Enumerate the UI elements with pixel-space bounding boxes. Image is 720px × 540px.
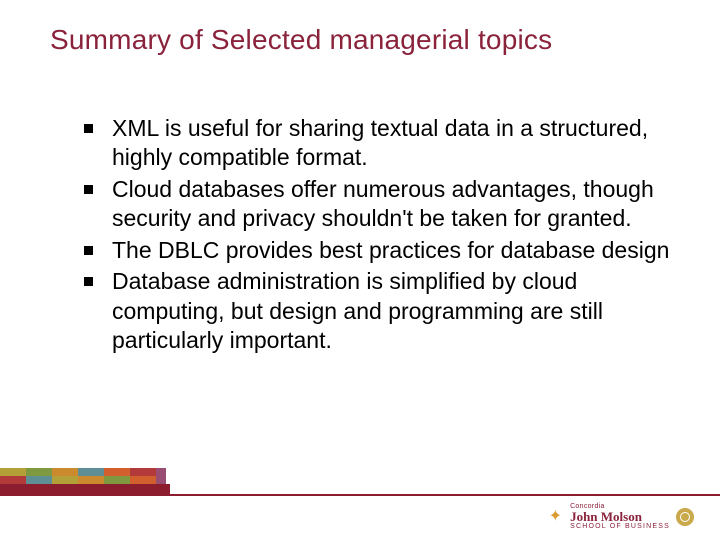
bullet-list: XML is useful for sharing textual data i… (80, 114, 670, 356)
slide-title: Summary of Selected managerial topics (50, 24, 670, 56)
bullet-item: XML is useful for sharing textual data i… (80, 114, 670, 173)
logo-school: SCHOOL OF BUSINESS (570, 523, 670, 530)
content-area: XML is useful for sharing textual data i… (50, 114, 670, 356)
bullet-item: Database administration is simplified by… (80, 267, 670, 355)
flame-icon: ✦ (549, 509, 562, 525)
logo: ✦ Concordia John Molson SCHOOL OF BUSINE… (549, 503, 694, 530)
bullet-item: Cloud databases offer numerous advantage… (80, 175, 670, 234)
logo-text: Concordia John Molson SCHOOL OF BUSINESS (570, 503, 670, 530)
footer-divider (0, 494, 720, 496)
footer-color-band (0, 468, 170, 494)
badge-icon (676, 508, 694, 526)
slide: Summary of Selected managerial topics XM… (0, 0, 720, 540)
bullet-item: The DBLC provides best practices for dat… (80, 236, 670, 265)
logo-name: John Molson (570, 510, 670, 523)
